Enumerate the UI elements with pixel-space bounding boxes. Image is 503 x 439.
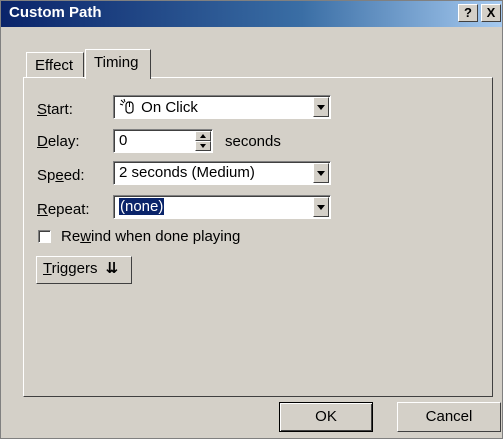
start-value-wrap: On Click xyxy=(119,98,198,116)
repeat-label: Repeat: xyxy=(37,201,90,218)
repeat-dropdown[interactable]: (none) xyxy=(113,195,331,219)
tab-effect-label: Effect xyxy=(35,57,74,74)
triggers-button[interactable]: Triggers ⇊ xyxy=(36,256,132,284)
start-dropdown[interactable]: On Click xyxy=(113,95,331,119)
ok-button[interactable]: OK xyxy=(279,402,373,432)
dialog-title: Custom Path xyxy=(9,4,102,21)
speed-dropdown-button[interactable] xyxy=(313,163,329,183)
chevron-down-icon xyxy=(317,205,325,210)
triggers-label-first: T xyxy=(43,260,52,277)
arrow-down-icon xyxy=(200,144,206,148)
rewind-checkbox[interactable] xyxy=(38,230,51,243)
speed-value: 2 seconds (Medium) xyxy=(119,164,255,181)
repeat-value-wrap: (none) xyxy=(119,198,165,215)
repeat-value: (none) xyxy=(119,198,165,215)
spin-down-button[interactable] xyxy=(195,141,211,151)
mouse-click-icon xyxy=(119,98,134,114)
custom-path-dialog: Custom Path ? X Effect Timing Start: On … xyxy=(0,0,503,439)
tab-timing-label: Timing xyxy=(94,54,139,71)
delay-unit: seconds xyxy=(225,133,281,150)
chevron-down-icon xyxy=(317,171,325,176)
tab-effect[interactable]: Effect xyxy=(26,52,84,78)
chevron-down-icon xyxy=(317,105,325,110)
delay-value: 0 xyxy=(119,132,128,149)
delay-label: Delay: xyxy=(37,133,80,150)
title-bar[interactable]: Custom Path ? X xyxy=(1,1,502,27)
start-value: On Click xyxy=(141,99,198,116)
help-button[interactable]: ? xyxy=(458,4,478,22)
rewind-label: Rewind when done playing xyxy=(61,228,241,245)
repeat-dropdown-button[interactable] xyxy=(313,197,329,217)
arrow-up-icon xyxy=(200,134,206,138)
speed-dropdown[interactable]: 2 seconds (Medium) xyxy=(113,161,331,185)
cancel-button[interactable]: Cancel xyxy=(397,402,501,432)
delay-spinner[interactable]: 0 xyxy=(113,129,213,153)
tab-timing[interactable]: Timing xyxy=(85,49,151,79)
speed-label: Speed: xyxy=(37,167,85,184)
close-button[interactable]: X xyxy=(481,4,501,22)
start-dropdown-button[interactable] xyxy=(313,97,329,117)
triggers-label-rest: riggers xyxy=(51,260,98,277)
spin-up-button[interactable] xyxy=(195,131,211,141)
start-label: Start: xyxy=(37,101,73,118)
double-chevron-down-icon: ⇊ xyxy=(105,260,119,277)
